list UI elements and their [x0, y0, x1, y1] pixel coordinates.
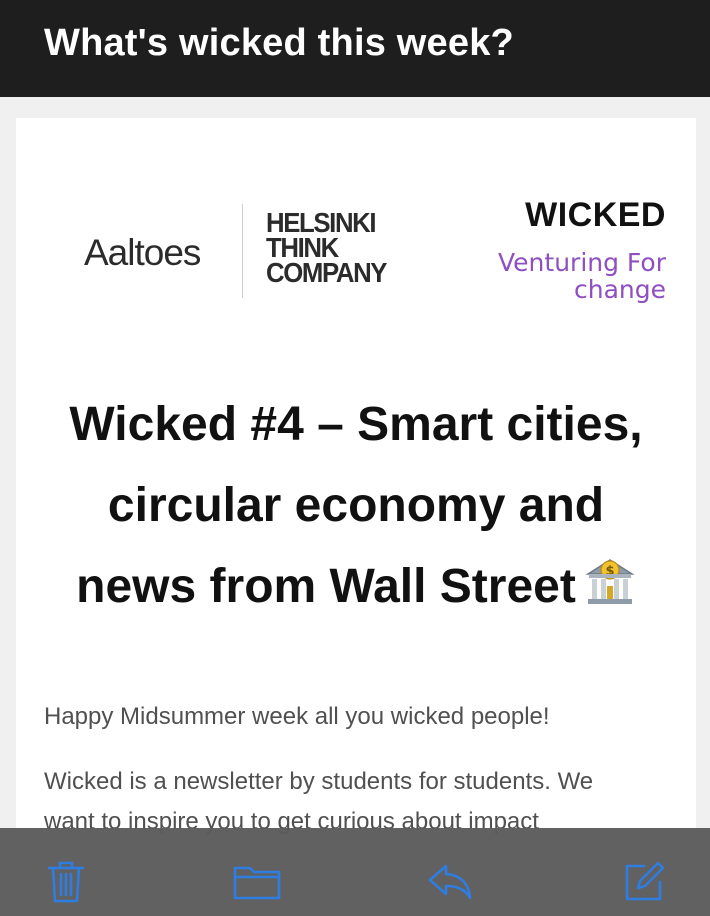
trash-button[interactable]: [42, 858, 90, 906]
reply-button[interactable]: [426, 858, 474, 906]
wicked-logo: WICKED Venturing For change: [466, 196, 666, 303]
folder-icon: [232, 862, 282, 902]
wicked-logo-tagline: Venturing For change: [498, 248, 666, 304]
headline-line-1: Wicked #4 – Smart cities,: [69, 398, 643, 451]
reply-icon: [426, 862, 474, 902]
bottom-toolbar: [0, 828, 710, 916]
greeting-text: Happy Midsummer week all you wicked peop…: [44, 703, 550, 730]
trash-icon: [46, 859, 86, 905]
move-to-folder-button[interactable]: [233, 858, 281, 906]
helsinki-think-company-logo: HELSINKI THINK COMPANY: [266, 209, 387, 288]
compose-button[interactable]: [620, 858, 668, 906]
bank-icon: $: [584, 552, 636, 604]
email-subject-title: What's wicked this week?: [44, 22, 514, 64]
headline-line-3-text: news from Wall Street: [76, 560, 576, 613]
headline-line-3: news from Wall Street $: [16, 546, 696, 627]
header-bar: What's wicked this week?: [0, 0, 710, 97]
headline-line-2: circular economy and: [107, 479, 605, 532]
logo-divider: [242, 204, 243, 298]
newsletter-headline: Wicked #4 – Smart cities, circular econo…: [16, 384, 696, 627]
compose-icon: [622, 860, 666, 904]
htc-logo-line-3: COMPANY: [266, 257, 387, 288]
intro-line-1: Wicked is a newsletter by students for s…: [44, 768, 594, 795]
aaltoes-logo: Aaltoes: [84, 232, 201, 273]
wicked-logo-name: WICKED: [525, 196, 666, 234]
